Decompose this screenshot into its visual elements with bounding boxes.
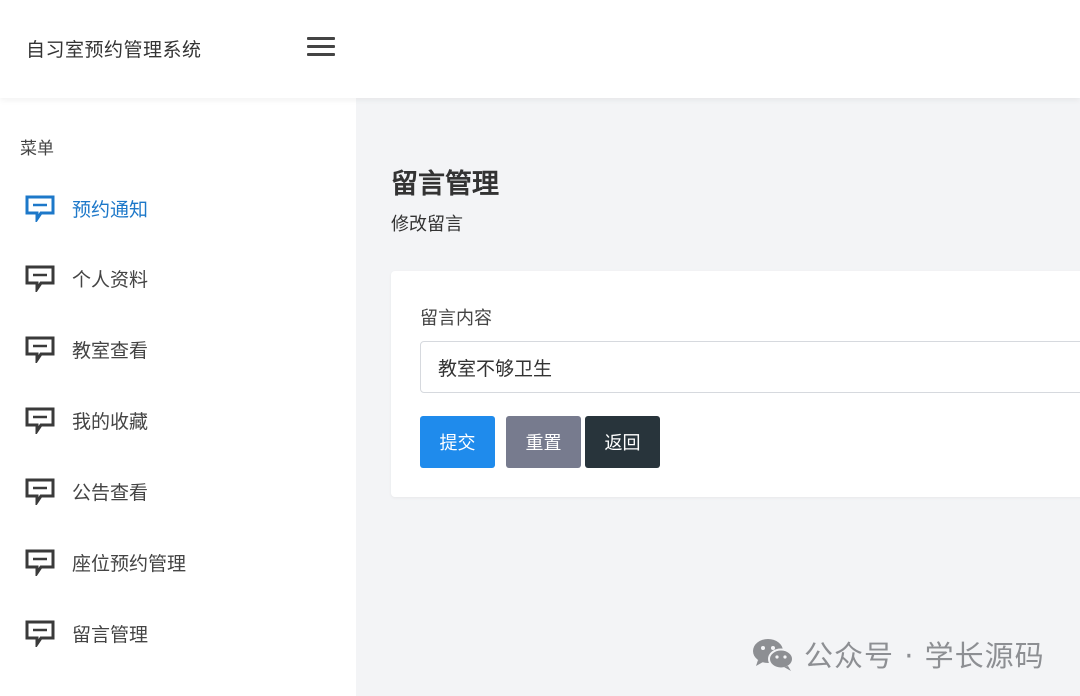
message-content-input[interactable] <box>420 341 1080 393</box>
app-title: 自习室预约管理系统 <box>26 39 202 61</box>
sidebar-item-label: 预约通知 <box>72 198 149 221</box>
menu-heading: 菜单 <box>20 139 54 159</box>
sidebar-item-label: 教室查看 <box>72 339 149 362</box>
chat-icon <box>25 478 55 505</box>
chat-icon <box>25 620 55 647</box>
sidebar-item-messages[interactable]: 留言管理 <box>24 613 324 653</box>
chat-icon <box>25 407 55 434</box>
sidebar-item-label: 个人资料 <box>72 268 149 291</box>
content-label: 留言内容 <box>420 308 492 329</box>
top-bar: 自习室预约管理系统 <box>0 0 1080 98</box>
chat-icon <box>25 549 55 576</box>
chat-icon <box>25 336 55 363</box>
sidebar-item-favorites[interactable]: 我的收藏 <box>24 400 324 440</box>
page-title: 留言管理 <box>391 169 499 200</box>
reset-button[interactable]: 重置 <box>506 416 581 468</box>
sidebar-item-announcements[interactable]: 公告查看 <box>24 471 324 511</box>
sidebar-item-profile[interactable]: 个人资料 <box>24 258 324 298</box>
main-content: 留言管理 修改留言 留言内容 提交 重置 返回 <box>356 98 1080 696</box>
chat-icon <box>25 265 55 292</box>
sidebar: 菜单 预约通知 个人资料 教室查看 我的收藏 公告查看 座位预约管理 留言管理 <box>0 98 356 696</box>
watermark-text: 公众号 · 学长源码 <box>804 639 1045 673</box>
page-subtitle: 修改留言 <box>391 214 463 235</box>
sidebar-item-seat-reservation[interactable]: 座位预约管理 <box>24 542 324 582</box>
sidebar-item-classroom-view[interactable]: 教室查看 <box>24 329 324 369</box>
wechat-icon <box>753 639 794 671</box>
sidebar-item-label: 公告查看 <box>72 481 149 504</box>
back-button[interactable]: 返回 <box>585 416 660 468</box>
submit-button[interactable]: 提交 <box>420 416 495 468</box>
sidebar-item-reservation-notice[interactable]: 预约通知 <box>24 188 324 228</box>
chat-icon <box>25 195 55 222</box>
edit-message-form: 留言内容 提交 重置 返回 <box>391 271 1080 497</box>
watermark: 公众号 · 学长源码 <box>752 634 1045 674</box>
sidebar-item-label: 座位预约管理 <box>72 552 187 575</box>
sidebar-item-label: 留言管理 <box>72 623 149 646</box>
sidebar-item-label: 我的收藏 <box>72 410 149 433</box>
menu-toggle-icon[interactable] <box>307 37 335 57</box>
